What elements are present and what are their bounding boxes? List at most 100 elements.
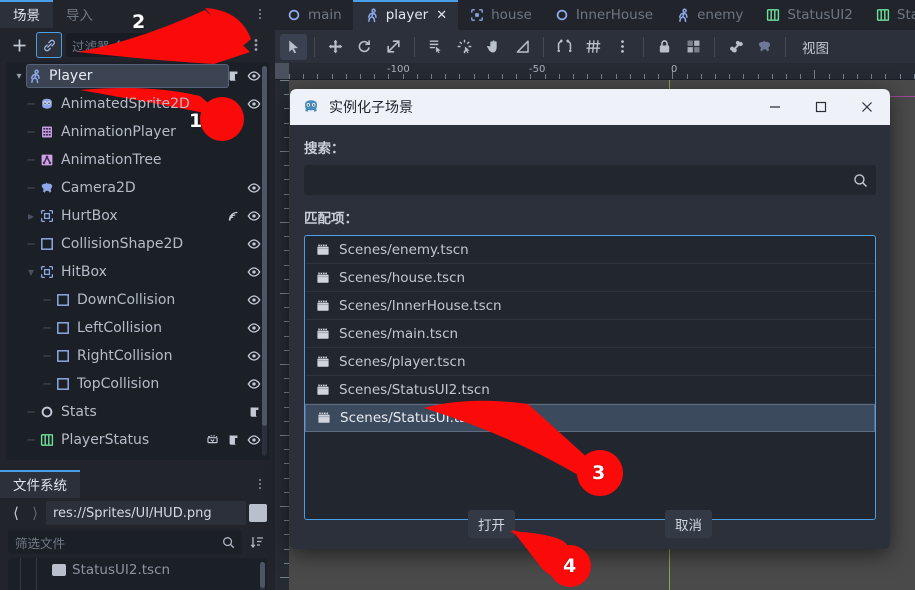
add-node-button[interactable] [6,32,32,58]
detach-script-button[interactable] [213,32,239,58]
view-menu-button[interactable]: 视图 [793,37,838,57]
snap-options-button[interactable] [609,34,636,60]
forward-chevron-right-icon[interactable]: ⟩ [27,504,43,522]
camera-2d-icon [41,182,53,193]
dialog-search-input[interactable] [304,165,876,195]
scene-tree[interactable]: ▾ Player ─ AnimatedSprite2D ─ AnimationPlayer… [6,62,269,460]
scene-tree-scrollbar[interactable] [262,66,267,456]
dialog-scene-list[interactable]: Scenes/enemy.tscn Scenes/house.tscn Scenes… [304,235,876,520]
scene-tab-main[interactable]: main [275,0,353,30]
visibility-eye-icon[interactable] [247,433,261,447]
visibility-eye-icon[interactable] [247,69,261,83]
node-signal-icon[interactable] [226,209,240,223]
maximize-icon[interactable] [798,89,844,125]
instantiate-child-scene-dialog[interactable]: 实例化子场景 搜索： 匹配项： Scenes/enemy.tscn Scenes… [290,89,890,549]
grid-snap-button[interactable] [580,34,607,60]
ruler-tick [857,74,858,79]
scene-tree-row[interactable]: ─ AnimatedSprite2D [6,90,269,118]
visibility-eye-icon[interactable] [247,293,261,307]
visibility-eye-icon[interactable] [247,97,261,111]
visibility-eye-icon[interactable] [247,237,261,251]
filesystem-file-tree[interactable]: StatusUI2.tscn [8,558,267,590]
dialog-list-item[interactable]: Scenes/player.tscn [305,348,875,376]
favorite-square-icon[interactable] [249,504,267,522]
visibility-eye-icon[interactable] [247,181,261,195]
visibility-eye-icon[interactable] [247,209,261,223]
scene-tab-stat[interactable]: Stat [864,0,915,30]
scene-tree-row[interactable]: ─ TopCollision [6,370,269,398]
scene-tree-row[interactable]: ─ DownCollision [6,286,269,314]
scene-tree-row[interactable]: ─ LeftCollision [6,314,269,342]
filesystem-list-item[interactable]: StatusUI2.tscn [52,562,170,578]
list-select-button[interactable] [422,34,449,60]
ruler-tick [516,74,517,79]
dock-tab-filesystem[interactable]: 文件系统 [0,470,80,498]
dock-tab-import[interactable]: 导入 [53,0,106,28]
scene-tree-row[interactable]: ─ AnimationTree [6,146,269,174]
scene-tree-row[interactable]: ▾ HitBox [6,258,269,286]
scene-dock-menu-icon[interactable] [253,5,267,23]
ruler-tick [900,74,901,79]
ruler-tick [284,236,289,237]
scene-tree-filter-input[interactable]: 过滤器:名称、t: [66,33,209,57]
scene-tab-enemy[interactable]: enemy [664,0,754,30]
move-mode-button[interactable] [322,34,349,60]
animation-key-icon[interactable] [205,433,220,447]
open-script-icon[interactable] [248,405,261,419]
instantiate-child-scene-button[interactable] [36,32,62,58]
open-button[interactable]: 打开 [468,510,515,538]
cancel-button[interactable]: 取消 [665,510,712,538]
dock-tab-scene[interactable]: 场景 [0,0,53,28]
filesystem-dock-menu-icon[interactable] [253,475,267,493]
scale-mode-button[interactable] [380,34,407,60]
ruler-tick [701,74,702,79]
scene-tree-row[interactable]: ─ CollisionShape2D [6,230,269,258]
filesystem-filter-input[interactable]: 筛选文件 [8,530,242,554]
open-script-icon[interactable] [227,69,240,83]
rotate-mode-button[interactable] [351,34,378,60]
minimize-icon[interactable] [752,89,798,125]
ruler-tick [644,74,645,79]
current-path-field[interactable]: res://Sprites/UI/HUD.png [46,501,246,525]
dialog-list-item[interactable]: Scenes/enemy.tscn [305,236,875,264]
pivot-mode-button[interactable] [451,34,478,60]
dialog-list-item[interactable]: Scenes/main.tscn [305,320,875,348]
back-chevron-left-icon[interactable]: ⟨ [8,504,24,522]
filesystem-scrollbar[interactable] [260,562,265,590]
tree-guide-line: ─ [27,433,35,447]
filesystem-sort-button[interactable] [247,529,267,555]
dialog-list-item[interactable]: Scenes/InnerHouse.tscn [305,292,875,320]
scene-tab-house[interactable]: house [458,0,543,30]
scene-tree-row[interactable]: ▾ Player [6,62,269,90]
visibility-eye-icon[interactable] [247,321,261,335]
visibility-eye-icon[interactable] [247,265,261,279]
dialog-list-item[interactable]: Scenes/StatusUI2.tscn [305,376,875,404]
visibility-eye-icon[interactable] [247,349,261,363]
scene-tree-row[interactable]: ─ Stats [6,398,269,426]
scene-tree-row[interactable]: ▸ HurtBox [6,202,269,230]
snap-mode-button[interactable] [551,34,578,60]
open-script-icon[interactable] [227,433,240,447]
tree-twisty-icon[interactable]: ▾ [12,71,26,82]
scene-tree-more-menu-button[interactable] [243,32,269,58]
scene-tree-row[interactable]: ─ AnimationPlayer [6,118,269,146]
scene-tree-row[interactable]: ─ RightCollision [6,342,269,370]
scene-tab-player[interactable]: player ✕ [352,0,459,30]
group-button[interactable] [680,34,707,60]
visibility-eye-icon[interactable] [247,377,261,391]
lock-button[interactable] [651,34,678,60]
select-mode-button[interactable] [280,33,307,60]
close-icon[interactable] [844,89,890,125]
close-icon[interactable]: ✕ [436,8,447,23]
scene-tree-row[interactable]: ─ Camera2D [6,174,269,202]
camera-override-button[interactable] [751,34,778,60]
scene-tree-row[interactable]: ─ PlayerStatus [6,426,269,454]
dialog-list-item[interactable]: Scenes/house.tscn [305,264,875,292]
scene-tab-innerhouse[interactable]: InnerHouse [543,0,664,30]
pan-mode-button[interactable] [480,34,507,60]
dialog-list-item[interactable]: Scenes/StatusUI.tscn [305,404,875,432]
ruler-corner[interactable] [275,63,289,79]
scene-tab-statusui2[interactable]: StatusUI2 [754,0,863,30]
skeleton-button[interactable] [722,34,749,60]
ruler-mode-button[interactable] [509,34,536,60]
